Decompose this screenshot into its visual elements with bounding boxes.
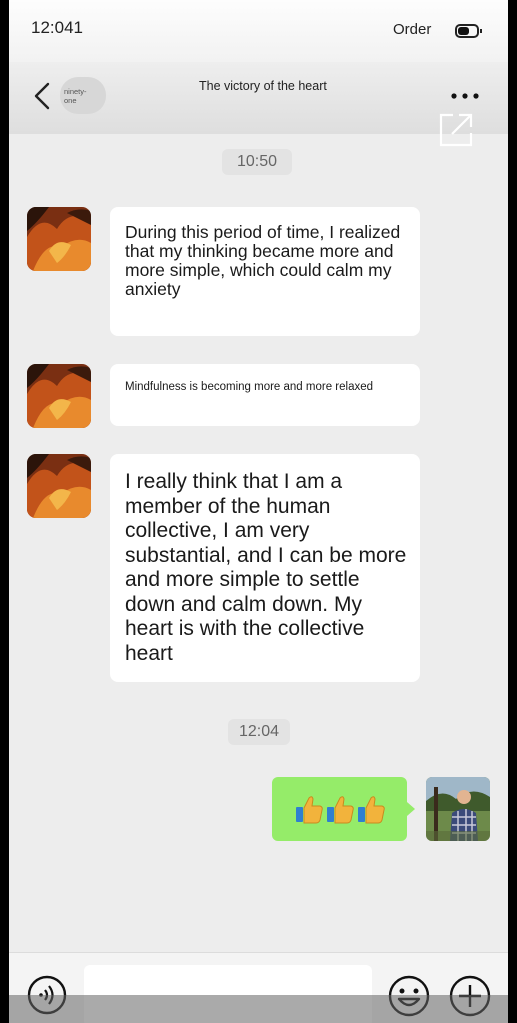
message-text: Mindfulness is becoming more and more re… [125, 381, 374, 393]
incoming-message-bubble[interactable]: During this period of time, I realized t… [110, 207, 420, 336]
contact-avatar-image [27, 364, 91, 428]
my-avatar-image [426, 777, 490, 841]
outgoing-message-bubble[interactable] [272, 777, 415, 841]
timestamp-chip: 10:50 [222, 149, 292, 175]
chat-title: The victory of the heart [199, 79, 327, 93]
incoming-message-bubble[interactable]: Mindfulness is becoming more and more re… [110, 364, 420, 426]
toggle-tip [480, 29, 482, 33]
status-order-label[interactable]: Order [393, 21, 431, 38]
thumbs-up-icon [357, 796, 385, 824]
contact-tag-label: ninety-one [64, 86, 87, 105]
toggle-switch[interactable] [455, 24, 482, 38]
more-dots-icon[interactable] [449, 90, 481, 102]
contact-avatar[interactable] [27, 454, 91, 518]
back-arrow-icon[interactable] [31, 80, 55, 112]
timestamp-chip: 12:04 [228, 719, 290, 745]
share-icon[interactable] [438, 112, 474, 148]
chat-header: ninety-one The victory of the heart [9, 62, 508, 134]
contact-avatar-image [27, 207, 91, 271]
chat-screen: 12:041 Order ninety-one The victory of t… [9, 0, 508, 1023]
message-text: During this period of time, I realized t… [125, 222, 401, 299]
my-avatar[interactable] [426, 777, 490, 841]
message-text: I really think that I am a member of the… [125, 470, 407, 665]
incoming-message-bubble[interactable]: I really think that I am a member of the… [110, 454, 420, 682]
contact-avatar-image [27, 454, 91, 518]
contact-avatar[interactable] [27, 207, 91, 271]
toggle-knob [458, 27, 469, 35]
contact-tag[interactable]: ninety-one [60, 77, 106, 114]
status-time: 12:041 [31, 18, 83, 37]
thumbs-up-icon [295, 796, 323, 824]
gesture-bar [9, 995, 508, 1023]
contact-avatar[interactable] [27, 364, 91, 428]
status-bar: 12:041 Order [9, 0, 508, 62]
thumbs-up-icon [326, 796, 354, 824]
